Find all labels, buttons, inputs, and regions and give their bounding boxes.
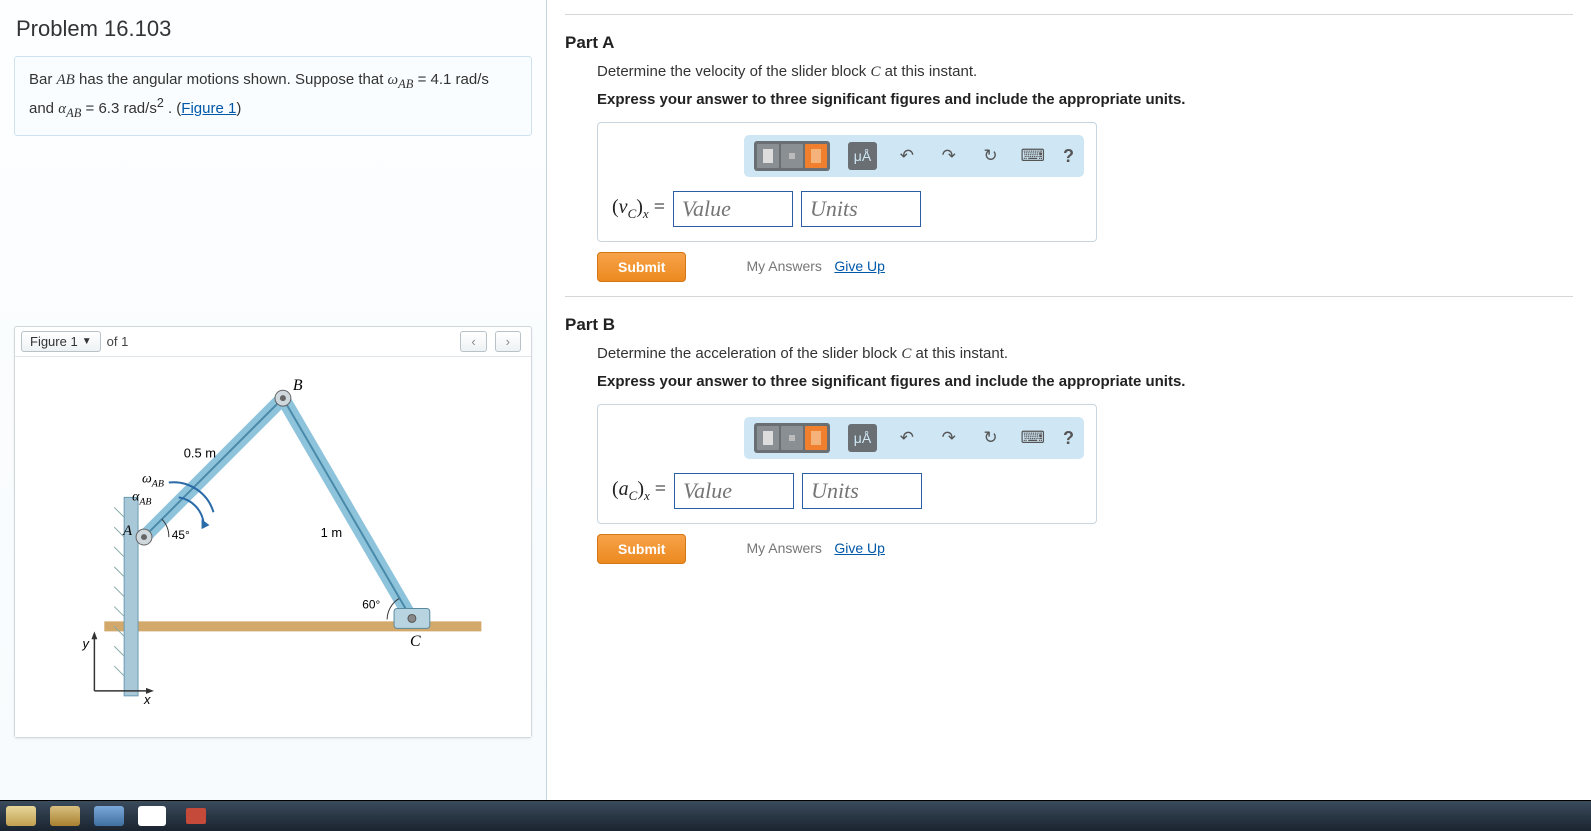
figure-image: B A C 0.5 m 1 m 45° 60° ωAB αAB y x [15, 357, 531, 737]
omega-symbol: ω [388, 72, 399, 88]
undo-icon[interactable]: ↶ [895, 424, 919, 452]
submit-button[interactable]: Submit [597, 252, 686, 282]
divider [565, 14, 1573, 15]
part-a-variable: (vC)x = [612, 196, 665, 222]
part-a-input-row: (vC)x = [598, 187, 1096, 231]
var-ab: AB [57, 72, 75, 88]
figure-next-button[interactable]: › [495, 331, 521, 352]
part-b-input-row: (aC)x = [598, 469, 1096, 513]
text: at this instant. [911, 345, 1008, 362]
reset-icon[interactable]: ↻ [979, 142, 1003, 170]
text: has the angular motions shown. Suppose t… [75, 71, 388, 88]
svg-text:x: x [143, 691, 151, 706]
redo-icon[interactable]: ↷ [937, 424, 961, 452]
template-picker-button[interactable] [754, 141, 830, 171]
undo-icon[interactable]: ↶ [895, 142, 919, 170]
part-a-value-input[interactable] [673, 191, 793, 227]
svg-text:A: A [122, 523, 133, 539]
taskbar-app-icon[interactable] [94, 806, 124, 826]
redo-icon[interactable]: ↷ [937, 142, 961, 170]
units-picker-button[interactable]: μÅ [848, 142, 877, 170]
part-b-actions: Submit My Answers Give Up [597, 534, 1573, 564]
template-picker-button[interactable] [754, 423, 830, 453]
text: at this instant. [880, 63, 977, 80]
answer-toolbar: μÅ ↶ ↷ ↻ ⌨ ? [744, 417, 1084, 459]
text: . ( [164, 100, 182, 117]
give-up-link[interactable]: Give Up [834, 258, 885, 274]
part-b-instruction: Express your answer to three significant… [597, 373, 1573, 390]
chevron-down-icon: ▼ [82, 336, 92, 347]
give-up-link[interactable]: Give Up [834, 540, 885, 556]
part-a-actions: Submit My Answers Give Up [597, 252, 1573, 282]
part-a-title: Part A [565, 33, 1573, 53]
problem-title: Problem 16.103 [16, 16, 532, 42]
svg-text:ωAB: ωAB [142, 471, 164, 489]
os-taskbar[interactable] [0, 800, 1591, 831]
alpha-sup: 2 [157, 96, 164, 110]
svg-text:C: C [410, 633, 421, 650]
figure-panel: Figure 1 ▼ of 1 ‹ › [14, 326, 532, 738]
part-a-instruction: Express your answer to three significant… [597, 91, 1573, 108]
svg-text:0.5 m: 0.5 m [184, 445, 216, 460]
keyboard-icon[interactable]: ⌨ [1020, 142, 1045, 170]
right-pane: Part A Determine the velocity of the sli… [547, 0, 1591, 800]
part-b-title: Part B [565, 315, 1573, 335]
text: Determine the acceleration of the slider… [597, 345, 901, 362]
taskbar-app-icon[interactable] [138, 806, 166, 826]
my-answers-label: My Answers [746, 258, 821, 274]
help-button[interactable]: ? [1063, 428, 1074, 449]
units-picker-button[interactable]: μÅ [848, 424, 877, 452]
svg-text:B: B [293, 377, 303, 394]
figure-count: of 1 [107, 334, 129, 349]
svg-text:y: y [81, 636, 90, 651]
part-a-answer-box: μÅ ↶ ↷ ↻ ⌨ ? (vC)x = [597, 122, 1097, 242]
left-pane: Problem 16.103 Bar AB has the angular mo… [0, 0, 547, 800]
taskbar-app-icon[interactable] [186, 808, 206, 824]
part-b-answer-box: μÅ ↶ ↷ ↻ ⌨ ? (aC)x = [597, 404, 1097, 524]
taskbar-app-icon[interactable] [6, 806, 36, 826]
part-b-value-input[interactable] [674, 473, 794, 509]
text: and [29, 100, 58, 117]
text: ) [236, 100, 241, 117]
keyboard-icon[interactable]: ⌨ [1020, 424, 1045, 452]
help-button[interactable]: ? [1063, 146, 1074, 167]
part-b-units-input[interactable] [802, 473, 922, 509]
alpha-sub: AB [66, 106, 81, 120]
text: Determine the velocity of the slider blo… [597, 63, 870, 80]
answer-toolbar: μÅ ↶ ↷ ↻ ⌨ ? [744, 135, 1084, 177]
part-a-prompt: Determine the velocity of the slider blo… [597, 63, 1573, 81]
svg-text:1 m: 1 m [321, 525, 343, 540]
taskbar-app-icon[interactable] [50, 806, 80, 826]
alpha-value: = 6.3 rad/s [81, 100, 156, 117]
reset-icon[interactable]: ↻ [979, 424, 1003, 452]
part-b-prompt: Determine the acceleration of the slider… [597, 345, 1573, 363]
svg-text:45°: 45° [172, 528, 190, 542]
omega-sub: AB [398, 77, 413, 91]
part-a-units-input[interactable] [801, 191, 921, 227]
figure-link[interactable]: Figure 1 [181, 100, 236, 117]
omega-value: = 4.1 rad/s [413, 71, 488, 88]
submit-button[interactable]: Submit [597, 534, 686, 564]
figure-select-button[interactable]: Figure 1 ▼ [21, 331, 101, 352]
var-c: C [901, 346, 911, 362]
figure-select-label: Figure 1 [30, 334, 78, 349]
part-b-variable: (aC)x = [612, 478, 666, 504]
svg-text:60°: 60° [362, 597, 380, 611]
figure-prev-button[interactable]: ‹ [460, 331, 486, 352]
figure-header: Figure 1 ▼ of 1 ‹ › [15, 327, 531, 357]
problem-statement: Bar AB has the angular motions shown. Su… [14, 56, 532, 136]
divider [565, 296, 1573, 297]
my-answers-label: My Answers [746, 540, 821, 556]
alpha-symbol: α [58, 101, 66, 117]
text: Bar [29, 71, 57, 88]
var-c: C [870, 64, 880, 80]
